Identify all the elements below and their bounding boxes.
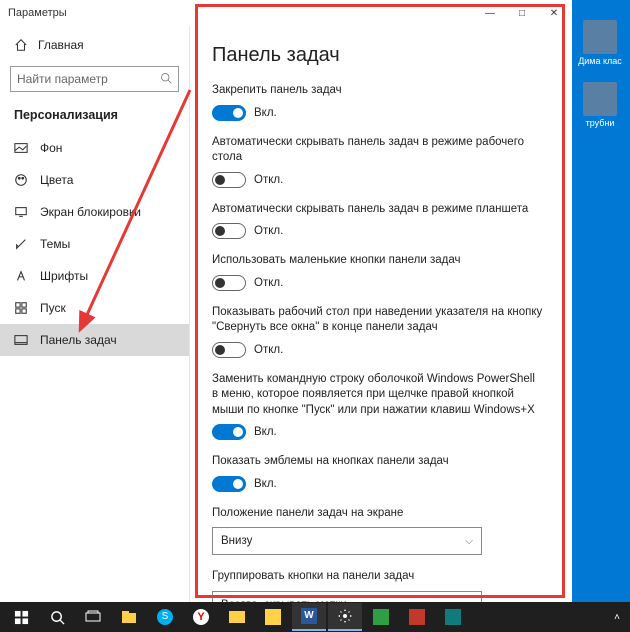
taskbar-app-yellow[interactable] xyxy=(256,603,290,631)
sidebar-item-themes[interactable]: Темы xyxy=(0,228,189,260)
setting-label: Показать эмблемы на кнопках панели задач xyxy=(212,454,544,470)
sidebar: Главная Найти параметр Персонализация Фо… xyxy=(0,26,190,602)
start-button[interactable] xyxy=(4,603,38,631)
taskbar-app-yandex[interactable]: Y xyxy=(184,603,218,631)
taskbar-app-green[interactable] xyxy=(364,603,398,631)
settings-window: Параметры — □ ✕ Главная Найти параметр П… xyxy=(0,0,572,602)
toggle-switch[interactable] xyxy=(212,223,246,239)
desktop-icon-label: Дима клас xyxy=(576,56,624,66)
toggle-state: Вкл. xyxy=(254,426,277,438)
select-value: Внизу xyxy=(221,535,252,547)
maximize-button[interactable]: □ xyxy=(506,3,538,23)
select-label: Группировать кнопки на панели задач xyxy=(212,569,544,585)
minimize-button[interactable]: — xyxy=(474,3,506,23)
start-icon xyxy=(14,301,28,315)
sidebar-item-label: Экран блокировки xyxy=(40,205,141,219)
folder-icon xyxy=(583,20,617,54)
home-link[interactable]: Главная xyxy=(0,30,189,60)
toggle-switch[interactable] xyxy=(212,424,246,440)
chevron-down-icon: ⌵ xyxy=(465,536,473,547)
font-icon xyxy=(14,269,28,283)
home-icon xyxy=(14,38,28,52)
desktop-icon[interactable]: трубни xyxy=(576,82,624,128)
tray-chevron-icon[interactable]: ˄ xyxy=(614,612,620,623)
palette-icon xyxy=(14,173,28,187)
taskbar-app-skype[interactable]: S xyxy=(148,603,182,631)
taskbar-app-explorer[interactable] xyxy=(112,603,146,631)
section-title: Персонализация xyxy=(0,102,189,132)
sidebar-item-fonts[interactable]: Шрифты xyxy=(0,260,189,292)
taskbar-icon xyxy=(14,333,28,347)
search-icon xyxy=(160,72,172,87)
content-area: Панель задач Закрепить панель задач Вкл.… xyxy=(190,26,572,602)
sidebar-item-label: Пуск xyxy=(40,301,66,315)
select-label: Положение панели задач на экране xyxy=(212,506,544,522)
setting-label: Использовать маленькие кнопки панели зад… xyxy=(212,253,544,269)
toggle-state: Откл. xyxy=(254,277,283,289)
toggle-state: Откл. xyxy=(254,344,283,356)
taskbar-app-word[interactable]: W xyxy=(292,603,326,631)
setting-label: Автоматически скрывать панель задач в ре… xyxy=(212,202,544,218)
setting-label: Заменить командную строку оболочкой Wind… xyxy=(212,372,544,419)
taskbar: S Y W ˄ xyxy=(0,602,630,632)
window-title: Параметры xyxy=(8,7,67,19)
search-placeholder: Найти параметр xyxy=(17,72,108,86)
home-label: Главная xyxy=(38,38,84,52)
folder-icon xyxy=(583,82,617,116)
desktop-icons: Дима клас трубни xyxy=(576,20,628,144)
sidebar-item-label: Панель задач xyxy=(40,333,117,347)
toggle-state: Вкл. xyxy=(254,107,277,119)
search-input[interactable]: Найти параметр xyxy=(10,66,179,92)
taskbar-app-folder[interactable] xyxy=(220,603,254,631)
brush-icon xyxy=(14,237,28,251)
sidebar-item-taskbar[interactable]: Панель задач xyxy=(0,324,189,356)
taskbar-app-teal[interactable] xyxy=(436,603,470,631)
toggle-switch[interactable] xyxy=(212,275,246,291)
sidebar-item-start[interactable]: Пуск xyxy=(0,292,189,324)
picture-icon xyxy=(14,141,28,155)
close-button[interactable]: ✕ xyxy=(538,3,570,23)
toggle-switch[interactable] xyxy=(212,342,246,358)
page-title: Панель задач xyxy=(212,44,544,67)
sidebar-item-background[interactable]: Фон xyxy=(0,132,189,164)
toggle-state: Откл. xyxy=(254,225,283,237)
taskbar-app-settings[interactable] xyxy=(328,603,362,631)
titlebar: Параметры — □ ✕ xyxy=(0,0,572,26)
combine-buttons-select[interactable]: Всегда, скрывать метки ⌵ xyxy=(212,591,482,602)
toggle-switch[interactable] xyxy=(212,105,246,121)
desktop-icon[interactable]: Дима клас xyxy=(576,20,624,66)
sidebar-item-lockscreen[interactable]: Экран блокировки xyxy=(0,196,189,228)
taskbar-app-red[interactable] xyxy=(400,603,434,631)
toggle-state: Вкл. xyxy=(254,478,277,490)
toggle-state: Откл. xyxy=(254,174,283,186)
sidebar-item-label: Темы xyxy=(40,237,70,251)
search-button[interactable] xyxy=(40,603,74,631)
taskview-button[interactable] xyxy=(76,603,110,631)
toggle-switch[interactable] xyxy=(212,172,246,188)
setting-label: Показывать рабочий стол при наведении ук… xyxy=(212,305,544,336)
taskbar-position-select[interactable]: Внизу ⌵ xyxy=(212,527,482,555)
sidebar-item-label: Шрифты xyxy=(40,269,88,283)
sidebar-item-label: Фон xyxy=(40,141,62,155)
sidebar-item-colors[interactable]: Цвета xyxy=(0,164,189,196)
toggle-switch[interactable] xyxy=(212,476,246,492)
sidebar-item-label: Цвета xyxy=(40,173,73,187)
monitor-icon xyxy=(14,205,28,219)
setting-label: Автоматически скрывать панель задач в ре… xyxy=(212,135,544,166)
desktop-icon-label: трубни xyxy=(576,118,624,128)
setting-label: Закрепить панель задач xyxy=(212,83,544,99)
